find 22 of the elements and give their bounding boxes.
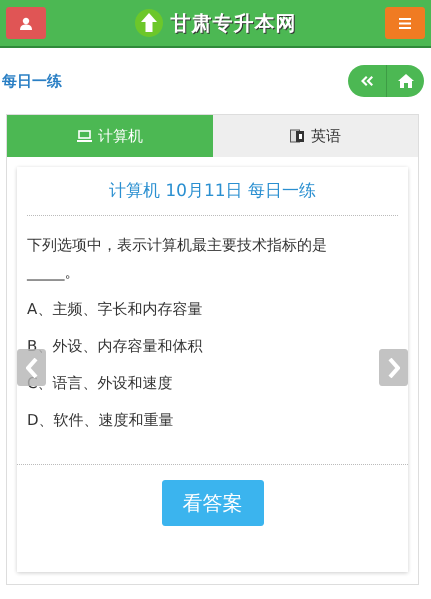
site-logo-text: 甘肃专升本网 bbox=[170, 10, 296, 37]
subject-tab[interactable]: 计算机 bbox=[7, 115, 212, 157]
menu-icon bbox=[399, 18, 411, 28]
answer-option: C、语言、外设和速度 bbox=[27, 370, 172, 396]
laptop-icon bbox=[76, 130, 92, 142]
page-title: 每日一练 bbox=[2, 70, 62, 92]
answer-option: A、主频、字长和内存容量 bbox=[27, 296, 202, 322]
home-icon bbox=[398, 74, 414, 88]
menu-button[interactable] bbox=[385, 7, 425, 39]
dictionary-icon bbox=[290, 129, 305, 143]
user-icon bbox=[20, 16, 32, 30]
chevron-right-icon bbox=[388, 358, 400, 378]
chevron-left-icon bbox=[26, 358, 38, 378]
user-button[interactable] bbox=[6, 7, 46, 39]
card-title: 计算机 10月11日 每日一练 bbox=[108, 180, 318, 203]
answer-option: B、外设、内存容量和体积 bbox=[27, 332, 202, 360]
answer-option: D、软件、速度和重量 bbox=[27, 406, 174, 434]
double-left-icon bbox=[361, 76, 373, 86]
question-text: 下列选项中，表示计算机最主要技术指标的是_____。 bbox=[26, 234, 328, 282]
show-answer-button[interactable]: 看答案 bbox=[162, 480, 264, 526]
next-button[interactable] bbox=[379, 349, 408, 386]
subject-tab[interactable]: 英语 bbox=[212, 115, 418, 157]
